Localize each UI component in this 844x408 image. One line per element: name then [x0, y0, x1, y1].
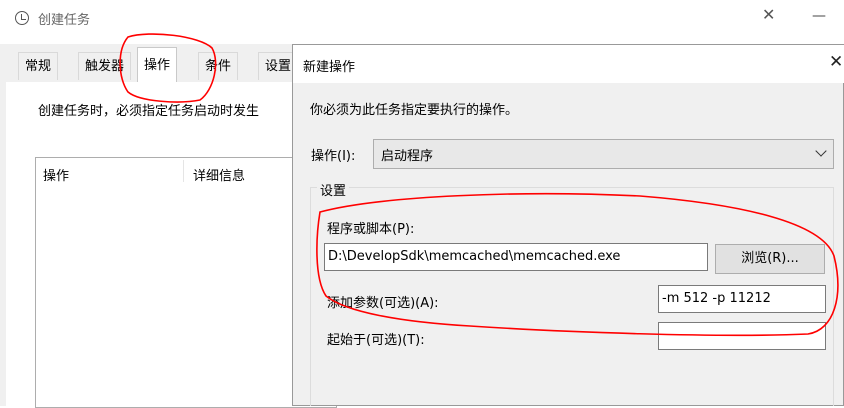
clock-icon: [15, 11, 29, 25]
arguments-label: 添加参数(可选)(A):: [327, 296, 439, 311]
close-icon[interactable]: ✕: [829, 52, 843, 72]
column-header-action[interactable]: 操作: [43, 165, 69, 184]
action-label: 操作(I):: [311, 149, 356, 164]
tab-triggers[interactable]: 触发器: [78, 52, 132, 80]
dialog-title: 新建操作: [303, 60, 356, 75]
tab-conditions[interactable]: 条件: [198, 52, 239, 80]
start-in-input[interactable]: [658, 322, 826, 350]
create-task-titlebar: [0, 0, 790, 36]
create-task-title: 创建任务: [38, 13, 91, 28]
dialog-titlebar: [293, 45, 844, 83]
action-dropdown[interactable]: [373, 139, 834, 169]
arguments-input-value: -m 512 -p 11212: [662, 291, 771, 306]
column-header-details[interactable]: 详细信息: [193, 165, 245, 184]
column-divider[interactable]: [183, 160, 184, 182]
start-in-label: 起始于(可选)(T):: [327, 333, 425, 348]
browse-button[interactable]: 浏览(R)...: [715, 244, 825, 274]
settings-legend: 设置: [317, 180, 350, 199]
action-dropdown-value: 启动程序: [381, 149, 434, 164]
window-edge: [0, 82, 6, 406]
program-input-value: D:\DevelopSdk\memcached\memcached.exe: [328, 249, 621, 264]
tab-actions[interactable]: 操作: [137, 47, 178, 82]
actions-description: 创建任务时，必须指定任务启动时发生: [38, 104, 260, 119]
minimize-icon[interactable]: —: [812, 8, 826, 24]
program-label: 程序或脚本(P):: [327, 222, 415, 237]
tab-general[interactable]: 常规: [18, 52, 59, 80]
close-icon[interactable]: ✕: [762, 5, 775, 24]
dialog-instruction: 你必须为此任务指定要执行的操作。: [310, 103, 519, 118]
